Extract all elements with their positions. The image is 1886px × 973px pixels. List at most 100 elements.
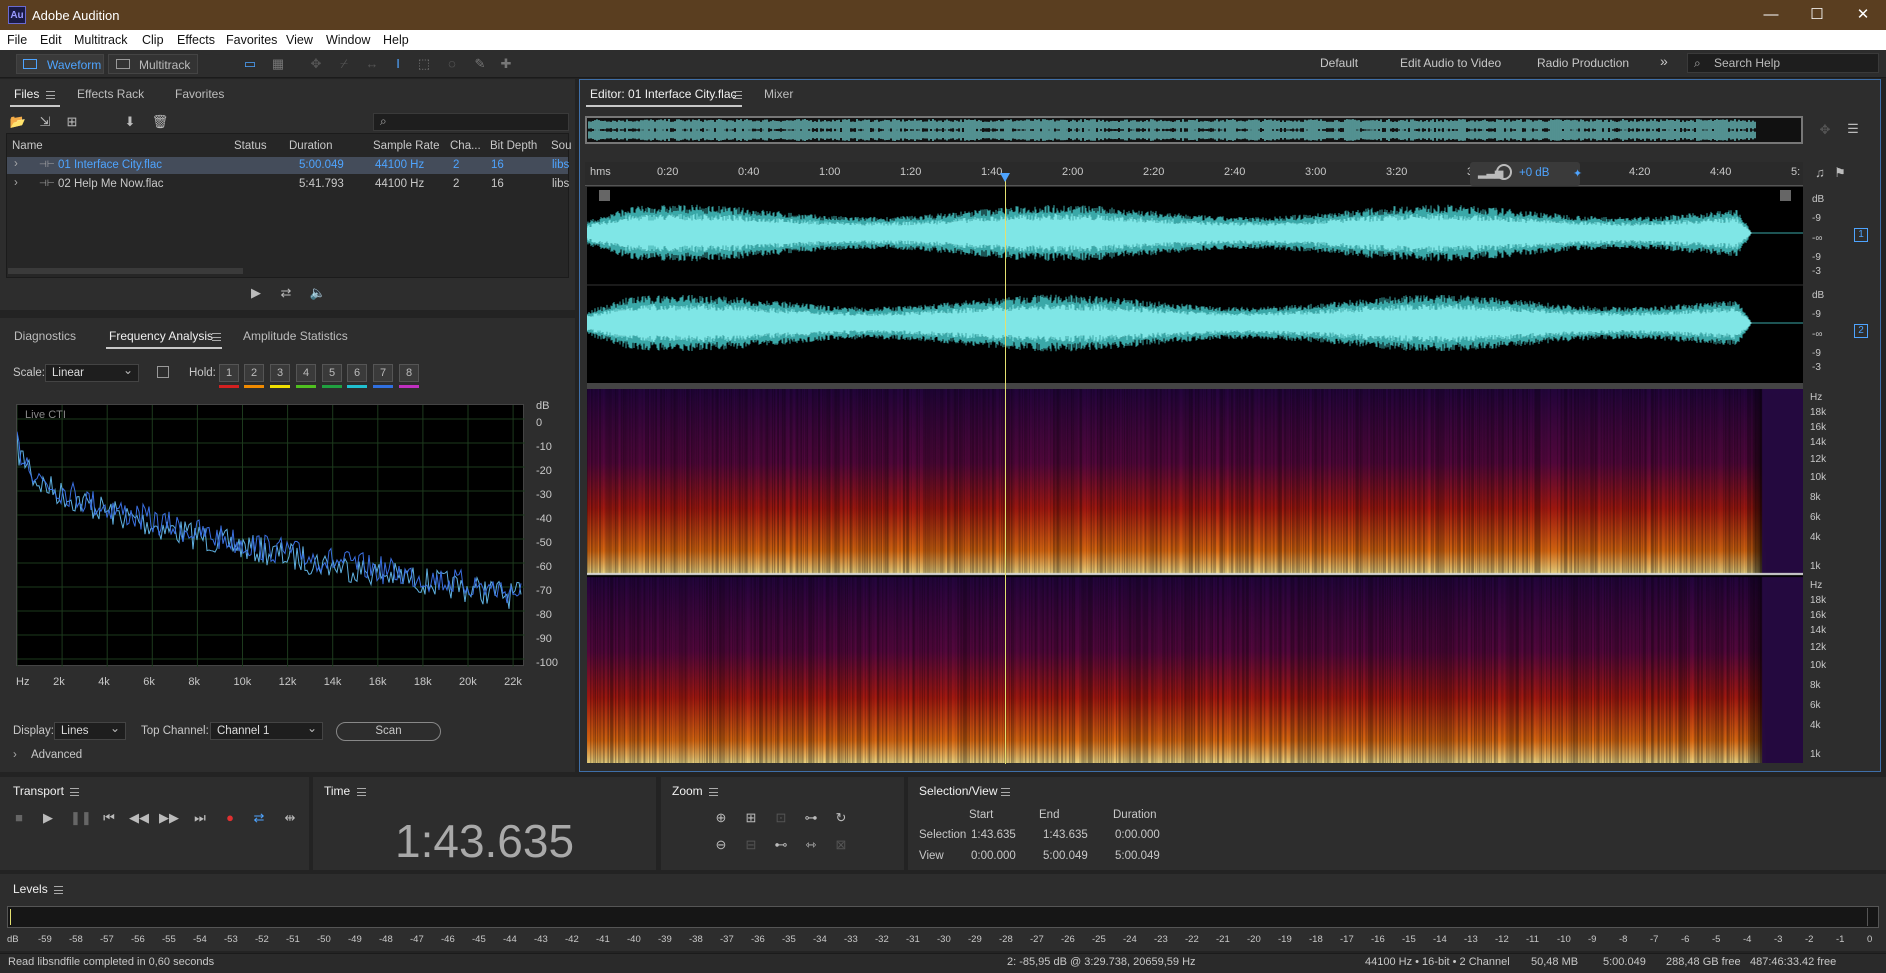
workspace-default[interactable]: Default: [1320, 56, 1358, 70]
pin-hud-icon[interactable]: ✦: [1573, 167, 1582, 180]
workspace-edit-audio-video[interactable]: Edit Audio to Video: [1400, 56, 1501, 70]
view-duration[interactable]: 5:00.049: [1115, 850, 1160, 862]
rewind-icon[interactable]: ◀◀: [129, 810, 149, 826]
col-duration[interactable]: Duration: [289, 140, 332, 152]
hold-button-8[interactable]: 8: [399, 364, 419, 382]
zoom-in-amplitude-icon[interactable]: ⊕: [711, 810, 731, 826]
menu-effects[interactable]: Effects: [177, 33, 215, 47]
fade-in-handle[interactable]: [599, 190, 610, 201]
skip-selection-icon[interactable]: ⇹: [280, 810, 300, 826]
zoom-out-full-icon[interactable]: ⇿: [801, 837, 821, 853]
razor-tool-icon[interactable]: ⌿: [334, 54, 354, 74]
hold-button-6[interactable]: 6: [347, 364, 367, 382]
loop-preview-icon[interactable]: ⇄: [276, 285, 296, 301]
channel-1-toggle[interactable]: 1: [1854, 228, 1868, 242]
insert-file-icon[interactable]: ⬇: [120, 114, 140, 130]
fade-out-handle[interactable]: [1780, 190, 1791, 201]
pause-icon[interactable]: ❚❚: [70, 810, 92, 826]
file-name[interactable]: 02 Help Me Now.flac: [58, 178, 163, 190]
autoplay-icon[interactable]: 🔈: [308, 285, 328, 301]
display-dropdown[interactable]: Lines: [54, 720, 126, 740]
brush-tool-icon[interactable]: ✎: [470, 54, 490, 74]
advanced-chevron-icon[interactable]: ›: [13, 749, 17, 761]
zoom-in-point-icon[interactable]: ⊶: [801, 810, 821, 826]
move-tool-icon[interactable]: ✥: [306, 54, 326, 74]
channel-map-icon[interactable]: ☰: [1843, 121, 1863, 137]
col-name[interactable]: Name: [12, 140, 43, 152]
zoom-out-amplitude-icon[interactable]: ⊖: [711, 837, 731, 853]
col-status[interactable]: Status: [234, 140, 267, 152]
zoom-tool-icon[interactable]: ✥: [1815, 122, 1835, 138]
selection-duration[interactable]: 0:00.000: [1115, 829, 1160, 841]
delete-file-icon[interactable]: 🗑: [150, 114, 170, 130]
stop-icon[interactable]: ■: [9, 810, 29, 825]
spot-healing-icon[interactable]: ✚: [496, 54, 516, 74]
col-source[interactable]: Sou: [551, 140, 571, 152]
top-channel-dropdown[interactable]: Channel 1: [210, 720, 323, 740]
selection-end[interactable]: 1:43.635: [1043, 829, 1088, 841]
time-selection-tool-icon[interactable]: I: [388, 54, 408, 74]
headphone-icon[interactable]: ♫: [1810, 165, 1830, 180]
selection-start[interactable]: 1:43.635: [971, 829, 1016, 841]
files-menu-icon[interactable]: [46, 91, 55, 99]
zoom-selection-icon[interactable]: ⊡: [771, 810, 791, 826]
open-file-icon[interactable]: 📂: [8, 114, 28, 130]
view-end[interactable]: 5:00.049: [1043, 850, 1088, 862]
menu-view[interactable]: View: [286, 33, 313, 47]
advanced-section[interactable]: Advanced: [31, 749, 82, 761]
files-search-input[interactable]: [373, 113, 569, 131]
hold-button-4[interactable]: 4: [296, 364, 316, 382]
spectral-view[interactable]: [587, 389, 1803, 763]
channel-2-toggle[interactable]: 2: [1854, 324, 1868, 338]
tab-mixer[interactable]: Mixer: [764, 87, 793, 101]
play-icon[interactable]: ▶: [38, 810, 58, 826]
menu-help[interactable]: Help: [383, 33, 409, 47]
hold-button-5[interactable]: 5: [322, 364, 342, 382]
tab-favorites[interactable]: Favorites: [175, 87, 224, 101]
play-preview-icon[interactable]: ▶: [246, 285, 266, 301]
close-button[interactable]: ✕: [1840, 0, 1886, 30]
hold-button-1[interactable]: 1: [219, 364, 239, 382]
gain-knob[interactable]: [1496, 164, 1512, 180]
menu-edit[interactable]: Edit: [40, 33, 62, 47]
waveform-view[interactable]: [587, 187, 1803, 383]
time-menu-icon[interactable]: [357, 788, 366, 796]
overlay-icon[interactable]: [157, 366, 169, 378]
go-to-start-icon[interactable]: ⏮: [99, 810, 119, 826]
zoom-reset-icon[interactable]: ↻: [831, 810, 851, 826]
zoom-out-time-icon[interactable]: ⊟: [741, 837, 761, 853]
tab-diagnostics[interactable]: Diagnostics: [14, 329, 76, 343]
tab-files[interactable]: Files: [14, 87, 39, 101]
frequency-menu-icon[interactable]: [212, 333, 221, 341]
new-file-icon[interactable]: ⊞: [62, 114, 82, 130]
zoom-selection-out-icon[interactable]: ⊠: [831, 837, 851, 853]
transport-menu-icon[interactable]: [70, 788, 79, 796]
record-icon[interactable]: ●: [220, 810, 240, 825]
hold-button-2[interactable]: 2: [244, 364, 264, 382]
maximize-button[interactable]: ☐: [1794, 0, 1840, 30]
menu-window[interactable]: Window: [326, 33, 370, 47]
go-to-end-icon[interactable]: ⏭: [190, 810, 210, 826]
tab-editor[interactable]: Editor: 01 Interface City.flac: [590, 87, 737, 101]
playhead-cti[interactable]: [1005, 174, 1006, 764]
tab-amplitude-statistics[interactable]: Amplitude Statistics: [243, 329, 348, 343]
marquee-tool-icon[interactable]: ⬚: [414, 54, 434, 74]
lasso-tool-icon[interactable]: ◌: [442, 54, 462, 74]
menu-favorites[interactable]: Favorites: [226, 33, 277, 47]
marker-icon[interactable]: ⚑: [1830, 165, 1850, 181]
scale-dropdown[interactable]: Linear: [45, 362, 139, 382]
workspace-radio-production[interactable]: Radio Production: [1537, 56, 1629, 70]
tab-effects-rack[interactable]: Effects Rack: [77, 87, 144, 101]
levels-menu-icon[interactable]: [54, 886, 63, 894]
files-scrollbar[interactable]: [8, 268, 243, 274]
overview-navigator[interactable]: [585, 116, 1803, 144]
selection-view-menu-icon[interactable]: [1001, 788, 1010, 796]
zoom-menu-icon[interactable]: [709, 788, 718, 796]
playhead-handle[interactable]: [1000, 173, 1010, 182]
slip-tool-icon[interactable]: ↔: [362, 54, 382, 74]
expand-chevron-icon[interactable]: ›: [14, 158, 18, 170]
time-ruler[interactable]: [585, 162, 1803, 186]
hold-button-3[interactable]: 3: [270, 364, 290, 382]
search-help-input[interactable]: Search Help: [1687, 53, 1879, 73]
import-file-icon[interactable]: ⇲: [35, 114, 55, 130]
